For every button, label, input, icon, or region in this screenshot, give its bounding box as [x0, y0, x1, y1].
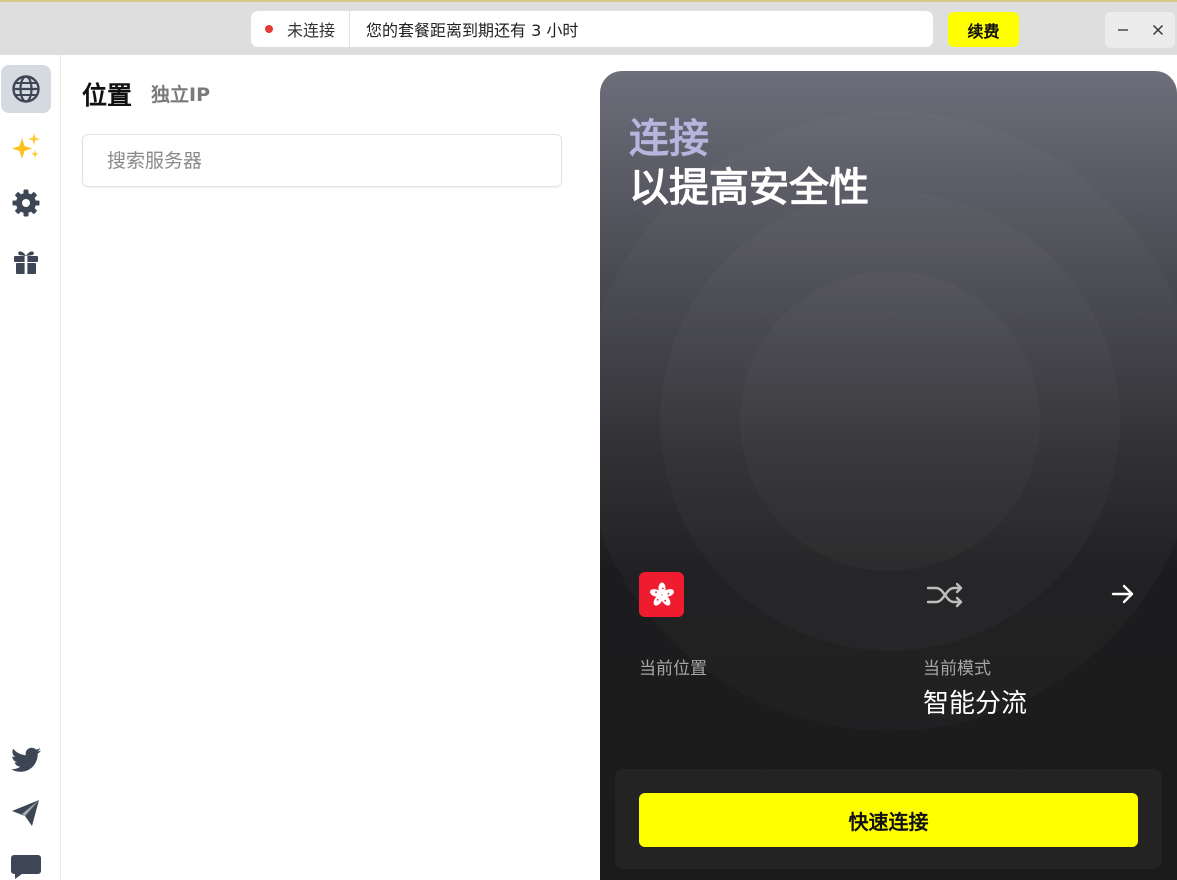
chat-icon	[11, 855, 41, 879]
sidebar-item-chat[interactable]	[1, 842, 51, 880]
connection-status-pill: 未连接 您的套餐距离到期还有 3 小时	[251, 11, 933, 47]
sidebar-item-features[interactable]	[1, 123, 51, 171]
gift-icon	[14, 251, 38, 274]
quick-connect-button[interactable]: 快速连接	[639, 793, 1138, 847]
telegram-icon	[12, 800, 39, 826]
top-bar: 未连接 您的套餐距离到期还有 3 小时 续费	[0, 0, 1177, 55]
sparkles-icon	[12, 133, 40, 159]
dedicated-ip-tab[interactable]: 独立IP	[151, 80, 210, 107]
security-headline: 以提高安全性	[629, 165, 869, 211]
plan-expiry-text: 您的套餐距离到期还有 3 小时	[366, 21, 579, 40]
shuffle-icon	[926, 582, 963, 608]
background-ring	[740, 271, 1040, 571]
sidebar-item-telegram[interactable]	[1, 789, 51, 837]
minimize-icon	[1117, 29, 1128, 31]
sidebar-item-twitter[interactable]	[1, 736, 51, 784]
bauhinia-icon	[649, 582, 674, 606]
status-dot-icon	[265, 25, 273, 33]
server-search-input[interactable]	[83, 135, 561, 186]
sidebar-item-rewards[interactable]	[1, 237, 51, 285]
current-mode-value[interactable]: 智能分流	[923, 683, 1027, 720]
gear-icon	[12, 189, 40, 217]
globe-icon	[12, 75, 40, 103]
server-search-box	[82, 134, 562, 187]
window-controls	[1105, 12, 1175, 48]
hong-kong-flag-icon[interactable]	[639, 572, 684, 617]
close-button[interactable]	[1140, 12, 1175, 48]
current-mode-label: 当前模式	[923, 659, 991, 679]
arrow-right-icon	[1111, 584, 1134, 604]
sidebar-item-locations[interactable]	[1, 65, 51, 113]
twitter-icon	[11, 747, 41, 772]
app-window: 未连接 您的套餐距离到期还有 3 小时 续费 位置 独立IP 搜索服务器 连接 …	[0, 0, 1177, 880]
connection-status: 未连接	[251, 11, 351, 47]
location-detail-button[interactable]	[1108, 579, 1138, 609]
connection-status-text: 未连接	[287, 21, 336, 40]
mode-switch-button[interactable]	[926, 579, 966, 611]
renew-button[interactable]: 续费	[948, 12, 1019, 47]
minimize-button[interactable]	[1105, 12, 1140, 48]
close-icon	[1152, 25, 1163, 35]
connect-card: 连接 以提高安全性 当前位置 当前模式 智能分流 快速连接	[600, 71, 1177, 880]
quick-connect-panel: 快速连接	[615, 769, 1162, 869]
sidebar-item-settings[interactable]	[1, 179, 51, 227]
locations-tab[interactable]: 位置	[82, 76, 132, 112]
current-location-label: 当前位置	[639, 659, 707, 679]
sidebar	[0, 55, 61, 880]
